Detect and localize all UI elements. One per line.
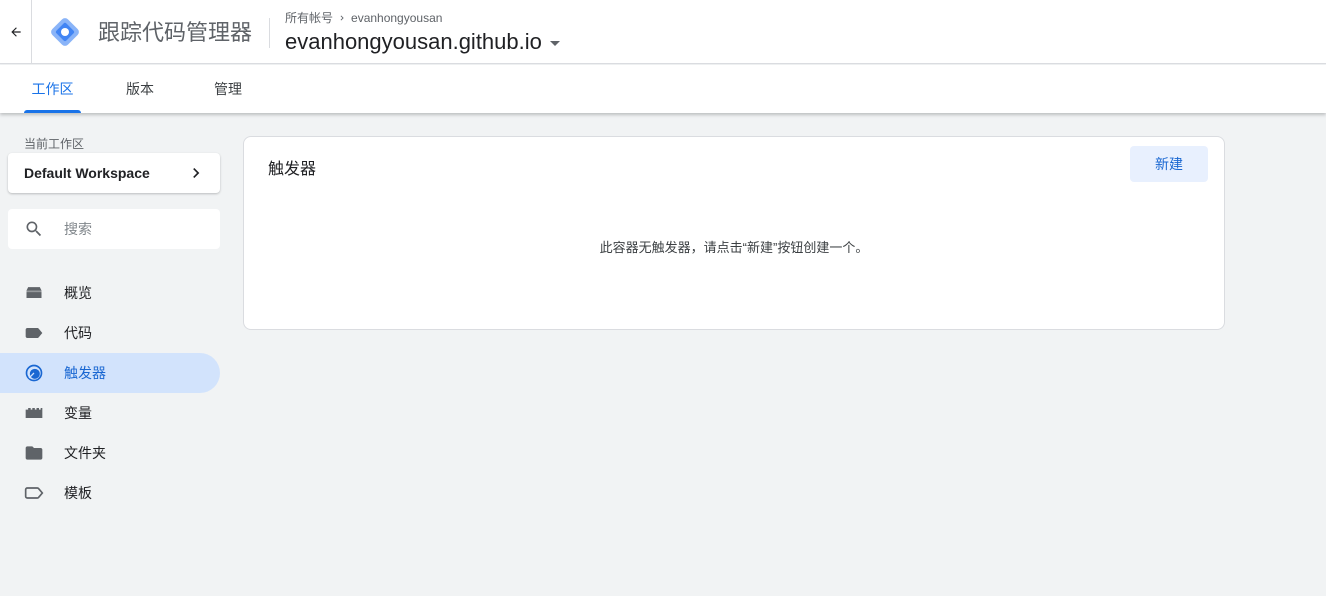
search-box[interactable] (8, 209, 220, 249)
sidebar-item-overview[interactable]: 概览 (0, 273, 220, 313)
new-trigger-button[interactable]: 新建 (1130, 146, 1208, 182)
product-name: 跟踪代码管理器 (98, 20, 253, 45)
tab-label: 工作区 (31, 81, 74, 97)
sidebar-nav: 概览 代码 触发器 变量 文件夹 模板 (0, 273, 220, 513)
tab-workspace[interactable]: 工作区 (24, 65, 81, 113)
container-selector[interactable]: evanhongyousan.github.io (285, 29, 560, 55)
sidebar-item-label: 概览 (64, 285, 92, 301)
breadcrumb-account-name[interactable]: evanhongyousan (351, 11, 442, 25)
sidebar-item-label: 变量 (64, 405, 92, 421)
chevron-right-icon (340, 15, 344, 21)
sidebar-item-templates[interactable]: 模板 (0, 473, 220, 513)
arrow-back-icon (10, 27, 21, 37)
tag-icon (24, 323, 44, 343)
sidebar-item-label: 触发器 (64, 365, 106, 381)
breadcrumb[interactable]: 所有帐号 evanhongyousan (285, 11, 442, 25)
top-app-bar: 跟踪代码管理器 所有帐号 evanhongyousan evanhongyous… (0, 0, 1326, 64)
sidebar-item-label: 代码 (64, 325, 92, 341)
workspace-label: 当前工作区 (24, 137, 85, 151)
sidebar-item-triggers[interactable]: 触发器 (0, 353, 220, 393)
empty-state-message: 此容器无触发器，请点击“新建”按钮创建一个。 (599, 240, 869, 255)
variable-icon (24, 403, 44, 423)
search-icon (26, 221, 42, 237)
tab-versions[interactable]: 版本 (116, 65, 164, 113)
dropdown-arrow-icon (549, 41, 560, 46)
active-tab-indicator (24, 110, 81, 113)
tab-admin[interactable]: 管理 (204, 65, 252, 113)
workspace-name: Default Workspace (24, 165, 150, 181)
tab-bar: 工作区 版本 管理 (0, 65, 1326, 113)
back-button[interactable] (0, 0, 32, 64)
header-divider (269, 18, 270, 48)
trigger-icon (24, 363, 44, 383)
workspace-selector[interactable]: Default Workspace (8, 153, 220, 193)
search-input[interactable] (64, 221, 204, 237)
triggers-card: 触发器 新建 此容器无触发器，请点击“新建”按钮创建一个。 (243, 136, 1225, 330)
sidebar-item-label: 模板 (64, 485, 92, 501)
tab-label: 版本 (126, 81, 154, 97)
sidebar-item-variables[interactable]: 变量 (0, 393, 220, 433)
folder-icon (24, 443, 44, 463)
sidebar-item-folders[interactable]: 文件夹 (0, 433, 220, 473)
tab-label: 管理 (214, 81, 242, 97)
card-title: 触发器 (268, 161, 317, 178)
sidebar-item-tags[interactable]: 代码 (0, 313, 220, 353)
sidebar-item-label: 文件夹 (64, 445, 106, 461)
overview-icon (24, 283, 44, 303)
template-icon (24, 483, 44, 503)
gtm-logo-icon (51, 18, 79, 46)
container-name: evanhongyousan.github.io (285, 29, 542, 54)
breadcrumb-all-accounts[interactable]: 所有帐号 (285, 11, 333, 25)
chevron-right-icon (193, 168, 200, 178)
